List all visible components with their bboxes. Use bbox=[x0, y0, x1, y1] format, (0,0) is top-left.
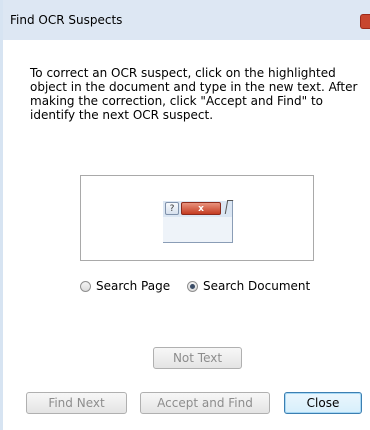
preview-mini-titlebar: ? x bbox=[163, 201, 232, 217]
search-document-label: Search Document bbox=[203, 279, 311, 293]
search-document-radio[interactable]: Search Document bbox=[187, 278, 310, 294]
accept-and-find-button[interactable]: Accept and Find bbox=[140, 392, 270, 414]
find-next-button[interactable]: Find Next bbox=[26, 392, 127, 414]
suspect-preview-box: ? x bbox=[80, 175, 314, 261]
window-frame-edge bbox=[0, 0, 3, 430]
preview-mini-window: ? x bbox=[163, 201, 233, 243]
instructions-text: To correct an OCR suspect, click on the … bbox=[30, 66, 358, 122]
radio-selected-icon[interactable] bbox=[187, 280, 198, 292]
window-title: Find OCR Suspects bbox=[10, 13, 123, 27]
radio-icon[interactable] bbox=[80, 280, 91, 292]
search-page-label: Search Page bbox=[96, 279, 171, 293]
window-close-button[interactable] bbox=[360, 14, 370, 29]
not-text-button[interactable]: Not Text bbox=[153, 347, 242, 369]
find-ocr-suspects-dialog: Find OCR Suspects To correct an OCR susp… bbox=[0, 0, 370, 430]
close-icon: x bbox=[181, 202, 221, 215]
help-icon: ? bbox=[165, 202, 179, 215]
search-page-radio[interactable]: Search Page bbox=[80, 278, 170, 294]
close-button[interactable]: Close bbox=[284, 392, 362, 414]
title-bar[interactable]: Find OCR Suspects bbox=[0, 0, 370, 40]
